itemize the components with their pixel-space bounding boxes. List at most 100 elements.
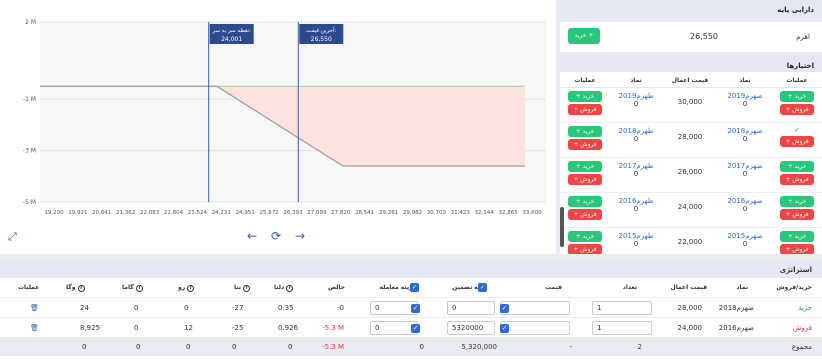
call-sell-button[interactable]: + فروش — [780, 104, 814, 115]
put-sell-button[interactable]: + فروش — [568, 104, 602, 115]
put-cell: طهرم2015 0 — [610, 228, 662, 254]
x-tick-label: 29,982 — [403, 210, 422, 216]
call-price: 0 — [742, 135, 748, 143]
margin-input[interactable]: 5320000 — [447, 321, 495, 335]
options-header: عملیات نماد قیمت اعمال نماد عملیات — [560, 72, 822, 88]
gamma-value: 0 — [134, 304, 139, 312]
call-symbol[interactable]: ضهرم2016 — [718, 197, 772, 205]
call-sell-button[interactable]: + فروش — [780, 174, 814, 185]
info-icon: i — [286, 285, 294, 292]
margin-checkbox[interactable]: ✓ — [478, 283, 487, 292]
x-tick-label: 22,083 — [140, 210, 160, 216]
col-side: خرید/فروش — [776, 284, 812, 291]
margin-row-checkbox[interactable]: ✓ — [500, 324, 509, 333]
call-symbol[interactable]: ضهرم2015 — [718, 232, 772, 240]
arrow-left-icon[interactable]: ← — [245, 229, 259, 243]
put-price: 0 — [633, 205, 639, 213]
call-cell: ضهرم2019 0 — [718, 88, 772, 122]
strategy-header: خرید/فروش نماد قیمت اعمال تعداد قیمت وجه… — [0, 278, 822, 298]
refresh-icon[interactable]: ⟳ — [269, 229, 283, 243]
margin-input[interactable]: 0 — [447, 301, 495, 315]
margin-row-checkbox[interactable]: ✓ — [500, 304, 509, 313]
fee-checkbox[interactable]: ✓ — [410, 283, 419, 292]
put-buy-button[interactable]: + خرید — [568, 231, 602, 242]
qty-input[interactable]: 1 — [592, 301, 652, 315]
call-sell-button[interactable]: + فروش — [780, 136, 814, 147]
sum-rho: 0 — [186, 343, 191, 351]
col-delta: دلتا i — [274, 284, 294, 292]
x-tick-label: 24,231 — [212, 210, 231, 216]
sum-delta: 0 — [288, 343, 293, 351]
strategy-rows: خرید ضهرم2018 28,000 1 0 0 ✓ 0 ✓ -0 0.35… — [0, 298, 822, 338]
gamma-value: 0 — [134, 324, 139, 332]
col-gamma: گاما i — [122, 284, 143, 292]
col-actions: عملیات — [18, 284, 40, 291]
leverage-label: اهرم — [796, 33, 810, 41]
x-tick-label: 19,921 — [68, 210, 87, 216]
x-tick-label: 24,951 — [236, 210, 255, 216]
strategy-panel: استراتژی خرید/فروش نماد قیمت اعمال تعداد… — [0, 260, 822, 359]
call-cell: ضهرم2018 0 — [718, 123, 772, 157]
put-buy-button[interactable]: + خرید — [568, 196, 602, 207]
theta-value: -25 — [232, 324, 244, 332]
put-symbol[interactable]: طهرم2019 — [610, 92, 662, 100]
put-cell: طهرم2017 0 — [610, 158, 662, 192]
delta-value: 0.35 — [278, 304, 294, 312]
put-buy-button[interactable]: + خرید — [568, 161, 602, 172]
put-sell-button[interactable]: + فروش — [568, 139, 602, 150]
call-sell-button[interactable]: + فروش — [780, 244, 814, 254]
call-buy-button[interactable]: + خرید — [780, 91, 814, 102]
strike-cell: 26,000 — [677, 168, 703, 176]
put-price: 0 — [633, 240, 639, 248]
put-symbol[interactable]: طهرم2016 — [610, 197, 662, 205]
fee-row-checkbox[interactable]: ✓ — [411, 304, 420, 313]
put-cell: طهرم2016 0 — [610, 193, 662, 227]
call-buy-button[interactable]: + خرید — [780, 196, 814, 207]
theta-value: -27 — [232, 304, 244, 312]
fee-row-checkbox[interactable]: ✓ — [411, 324, 420, 333]
x-tick-label: 27,820 — [331, 210, 351, 216]
put-symbol[interactable]: طهرم2017 — [610, 162, 662, 170]
sum-fee: 0 — [419, 343, 424, 351]
delete-icon[interactable]: 🗑 — [30, 324, 39, 332]
sum-theta: 0 — [232, 343, 237, 351]
put-actions: + خرید + فروش — [560, 228, 610, 254]
call-symbol[interactable]: ضهرم2018 — [718, 127, 772, 135]
call-buy-button[interactable]: + خرید — [780, 161, 814, 172]
col-theta: تتا i — [234, 284, 251, 292]
strike-cell: 28,000 — [677, 133, 703, 141]
call-price: 0 — [742, 240, 748, 248]
call-sell-button[interactable]: + فروش — [780, 209, 814, 220]
x-tick-label: 27,099 — [307, 210, 327, 216]
x-tick-label: 31,423 — [451, 210, 471, 216]
net-value: -0 — [337, 304, 344, 312]
col-price: قیمت — [545, 284, 562, 291]
col-actions-right: عملیات — [786, 77, 808, 84]
arrow-right-icon[interactable]: → — [293, 229, 307, 243]
qty-input[interactable]: 1 — [592, 321, 652, 335]
base-buy-button[interactable]: خرید + — [568, 28, 600, 44]
x-tick-label: 22,804 — [164, 210, 184, 216]
put-sell-button[interactable]: + فروش — [568, 174, 602, 185]
put-symbol[interactable]: طهرم2015 — [610, 232, 662, 240]
price-input[interactable]: 0 — [500, 301, 570, 315]
call-symbol[interactable]: ضهرم2019 — [718, 92, 772, 100]
call-actions: + خرید + فروش — [772, 88, 822, 122]
vega-value: 24 — [80, 304, 89, 312]
strategy-sum-row: مجموع 2 - 5,320,000 0 -5.3 M 0 0 0 0 0 — [0, 338, 822, 356]
put-buy-button[interactable]: + خرید — [568, 126, 602, 137]
option-row: + خرید + فروش طهرم2018 0 28,000 ضهرم2018… — [560, 123, 822, 158]
call-buy-button[interactable]: + خرید — [780, 231, 814, 242]
call-symbol[interactable]: ضهرم2017 — [718, 162, 772, 170]
delete-icon[interactable]: 🗑 — [30, 304, 39, 312]
option-row: + خرید + فروش طهرم2016 0 24,000 ضهرم2016… — [560, 193, 822, 228]
put-sell-button[interactable]: + فروش — [568, 244, 602, 254]
put-sell-button[interactable]: + فروش — [568, 209, 602, 220]
options-scrollbar[interactable] — [560, 207, 564, 247]
x-tick-label: 21,362 — [116, 210, 135, 216]
put-symbol[interactable]: طهرم2018 — [610, 127, 662, 135]
fullscreen-icon[interactable]: ⤢ — [8, 230, 20, 243]
price-input[interactable]: 0 — [500, 321, 570, 335]
call-cell: ضهرم2015 0 — [718, 228, 772, 254]
put-buy-button[interactable]: + خرید — [568, 91, 602, 102]
